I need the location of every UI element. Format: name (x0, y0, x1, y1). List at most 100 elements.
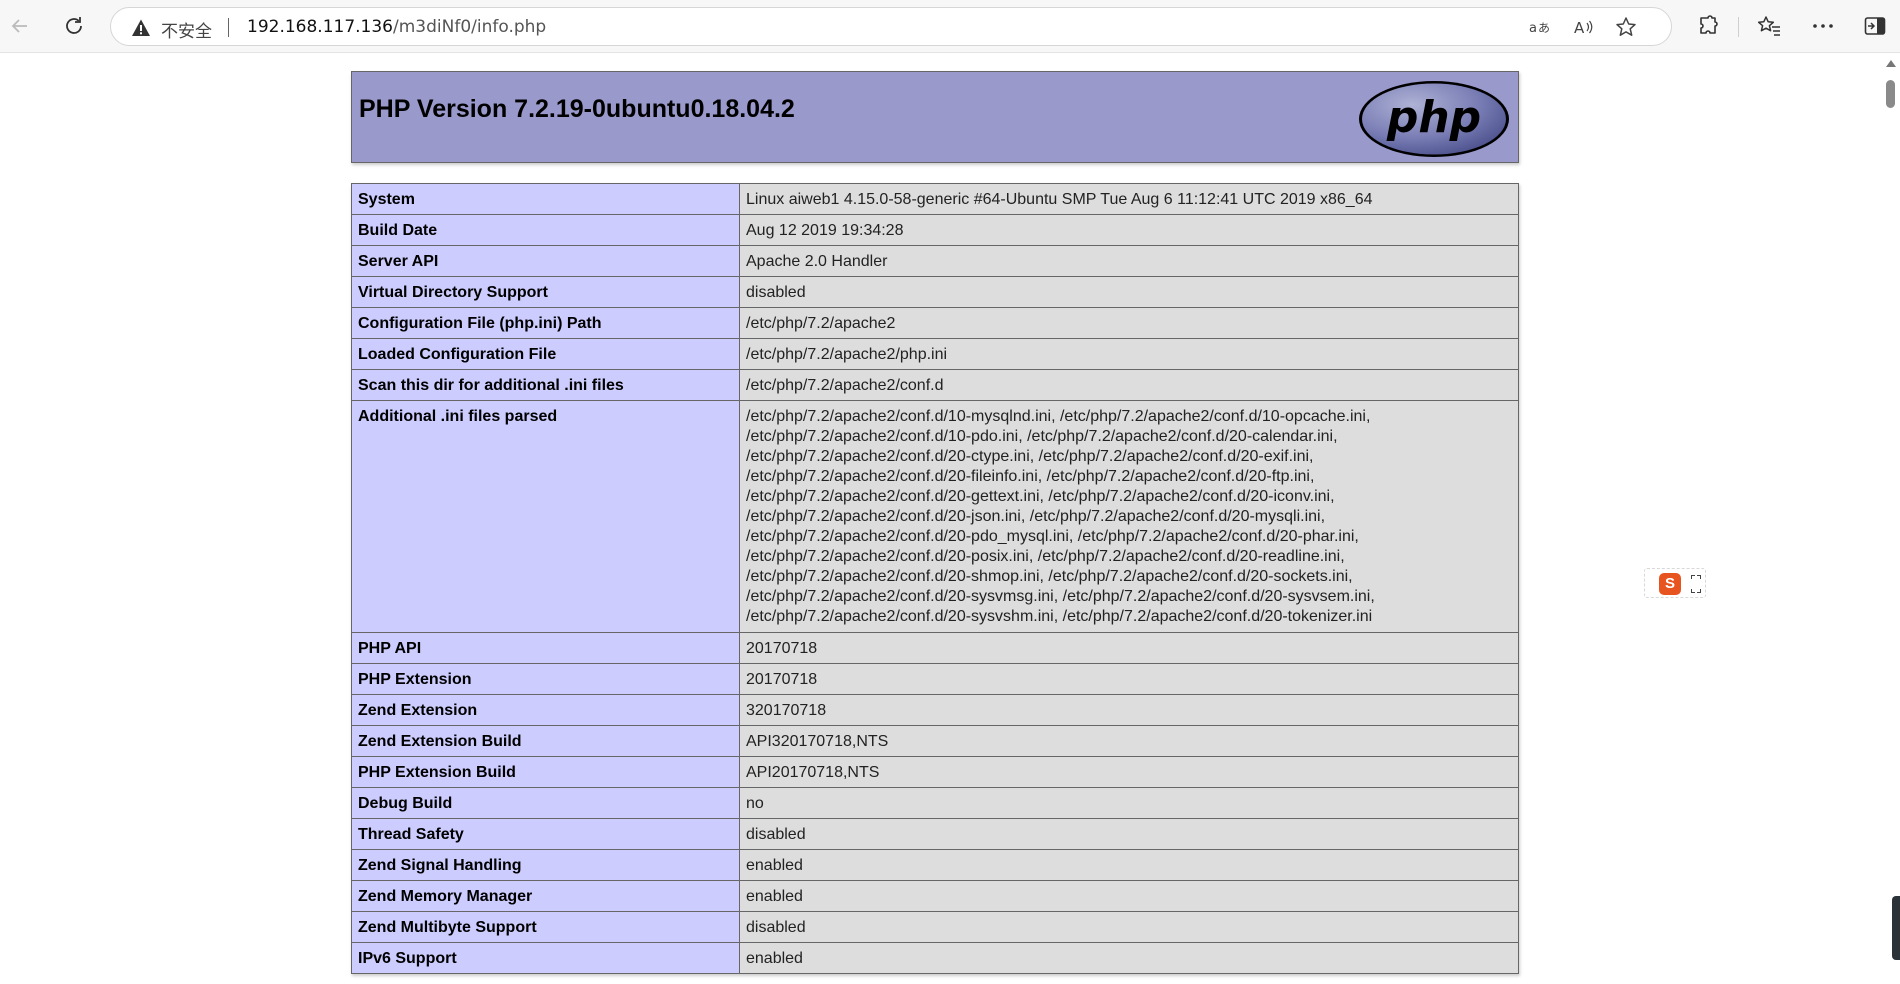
ini-file-line: /etc/php/7.2/apache2/conf.d/20-ctype.ini… (746, 448, 1314, 465)
row-key: Thread Safety (351, 818, 740, 850)
ini-file-line: /etc/php/7.2/apache2/conf.d/20-gettext.i… (746, 488, 1335, 505)
expand-icon[interactable] (1691, 575, 1701, 593)
row-value: API20170718,NTS (739, 756, 1519, 788)
row-key: Additional .ini files parsed (351, 400, 740, 633)
row-key: Debug Build (351, 787, 740, 819)
favorite-star-icon[interactable] (1612, 13, 1640, 41)
row-key: Zend Extension Build (351, 725, 740, 757)
more-icon[interactable] (1806, 9, 1840, 43)
ini-file-line: /etc/php/7.2/apache2/conf.d/20-shmop.ini… (746, 568, 1353, 585)
row-key: Server API (351, 245, 740, 277)
table-row: IPv6 Support enabled (351, 942, 1519, 974)
table-row: Virtual Directory Support disabled (351, 276, 1519, 308)
table-row: Scan this dir for additional .ini files /… (351, 369, 1519, 401)
row-key: Zend Multibyte Support (351, 911, 740, 943)
table-row: Configuration File (php.ini) Path/etc/ph… (351, 307, 1519, 339)
row-value: /etc/php/7.2/apache2/conf.d (739, 369, 1519, 401)
row-value: enabled (739, 849, 1519, 881)
sidebar-icon[interactable] (1858, 9, 1892, 43)
table-row: PHP Extension Build API20170718,NTS (351, 756, 1519, 788)
php-logo-icon[interactable]: php (1357, 79, 1511, 159)
row-value: 20170718 (739, 663, 1519, 695)
ini-file-line: /etc/php/7.2/apache2/conf.d/20-sysvshm.i… (746, 608, 1373, 625)
table-row: Debug Build no (351, 787, 1519, 819)
row-value: 320170718 (739, 694, 1519, 726)
ini-file-line: /etc/php/7.2/apache2/conf.d/10-mysqlnd.i… (746, 408, 1371, 425)
omnibox-divider (228, 18, 229, 37)
vertical-scrollbar[interactable] (1882, 54, 1900, 984)
row-key: Loaded Configuration File (351, 338, 740, 370)
extensions-icon[interactable] (1691, 9, 1725, 43)
favorites-icon[interactable] (1752, 9, 1786, 43)
ini-file-line: /etc/php/7.2/apache2/conf.d/20-fileinfo.… (746, 468, 1315, 485)
row-value: enabled (739, 942, 1519, 974)
ini-file-line: /etc/php/7.2/apache2/conf.d/20-json.ini,… (746, 508, 1326, 525)
row-value: disabled (739, 911, 1519, 943)
table-row: Server API Apache 2.0 Handler (351, 245, 1519, 277)
row-key: Scan this dir for additional .ini files (351, 369, 740, 401)
table-row: Zend Signal Handling enabled (351, 849, 1519, 881)
ini-file-line: /etc/php/7.2/apache2/conf.d/20-sysvmsg.i… (746, 588, 1375, 605)
row-key: Zend Signal Handling (351, 849, 740, 881)
page-title: PHP Version 7.2.19-0ubuntu0.18.04.2 (359, 95, 795, 123)
phpinfo-page: PHP Version 7.2.19-0ubuntu0.18.04.2 php … (351, 71, 1519, 974)
row-key: Build Date (351, 214, 740, 246)
table-row: PHP Extension 20170718 (351, 663, 1519, 695)
row-value: 20170718 (739, 632, 1519, 664)
ime-widget[interactable]: S (1644, 568, 1706, 598)
ini-file-line: /etc/php/7.2/apache2/conf.d/20-posix.ini… (746, 548, 1345, 565)
row-key: Zend Memory Manager (351, 880, 740, 912)
ini-file-line: /etc/php/7.2/apache2/conf.d/10-pdo.ini, … (746, 428, 1338, 445)
row-value: Aug 12 2019 19:34:28 (739, 214, 1519, 246)
svg-text:あ: あ (1538, 21, 1550, 35)
row-value: API320170718,NTS (739, 725, 1519, 757)
security-label[interactable]: 不安全 (161, 17, 212, 42)
table-row: Zend Multibyte Support disabled (351, 911, 1519, 943)
row-value: Apache 2.0 Handler (739, 245, 1519, 277)
row-key: Zend Extension (351, 694, 740, 726)
row-key: Virtual Directory Support (351, 276, 740, 308)
read-translate-icon[interactable]: aあ (1526, 13, 1554, 41)
table-row: Loaded Configuration File/etc/php/7.2/ap… (351, 338, 1519, 370)
table-row: Zend Extension Build API320170718,NTS (351, 725, 1519, 757)
browser-toolbar: 不安全 192.168.117.136/m3diNf0/info.php aあ … (0, 0, 1900, 53)
table-row: Additional .ini files parsed/etc/php/7.2… (351, 400, 1519, 633)
table-row: Zend Memory Manager enabled (351, 880, 1519, 912)
svg-text:php: php (1386, 92, 1481, 143)
scroll-up-arrow-icon[interactable] (1886, 60, 1896, 67)
row-key: PHP Extension (351, 663, 740, 695)
toolbar-divider (1738, 17, 1739, 37)
row-value: /etc/php/7.2/apache2/php.ini (739, 338, 1519, 370)
row-key: System (351, 183, 740, 215)
row-value: no (739, 787, 1519, 819)
address-bar[interactable]: 不安全 192.168.117.136/m3diNf0/info.php aあ … (110, 7, 1672, 46)
row-value: disabled (739, 276, 1519, 308)
row-key: IPv6 Support (351, 942, 740, 974)
back-icon[interactable] (3, 9, 37, 43)
url-text[interactable]: 192.168.117.136/m3diNf0/info.php (247, 17, 546, 37)
row-value: Linux aiweb1 4.15.0-58-generic #64-Ubunt… (739, 183, 1519, 215)
info-table: System Linux aiweb1 4.15.0-58-generic #64… (351, 183, 1519, 974)
table-row: System Linux aiweb1 4.15.0-58-generic #64… (351, 183, 1519, 215)
table-row: PHP API 20170718 (351, 632, 1519, 664)
row-value: disabled (739, 818, 1519, 850)
svg-text:a: a (1529, 21, 1537, 36)
refresh-icon[interactable] (57, 9, 91, 43)
table-row: Thread Safety disabled (351, 818, 1519, 850)
table-row: Zend Extension 320170718 (351, 694, 1519, 726)
row-key: Configuration File (php.ini) Path (351, 307, 740, 339)
scroll-thumb[interactable] (1886, 80, 1895, 108)
row-value: enabled (739, 880, 1519, 912)
svg-text:A: A (1574, 19, 1585, 37)
php-version-header: PHP Version 7.2.19-0ubuntu0.18.04.2 php (351, 71, 1519, 163)
ime-logo-icon[interactable]: S (1659, 573, 1681, 595)
row-key: PHP Extension Build (351, 756, 740, 788)
edge-sidebar-handle[interactable] (1892, 896, 1900, 960)
ini-file-line: /etc/php/7.2/apache2/conf.d/20-pdo_mysql… (746, 528, 1359, 545)
table-row: Build Date Aug 12 2019 19:34:28 (351, 214, 1519, 246)
row-key: PHP API (351, 632, 740, 664)
row-value: /etc/php/7.2/apache2/conf.d/10-mysqlnd.i… (739, 400, 1519, 633)
read-aloud-icon[interactable]: A (1569, 13, 1597, 41)
warning-icon[interactable] (131, 18, 151, 38)
row-value: /etc/php/7.2/apache2 (739, 307, 1519, 339)
